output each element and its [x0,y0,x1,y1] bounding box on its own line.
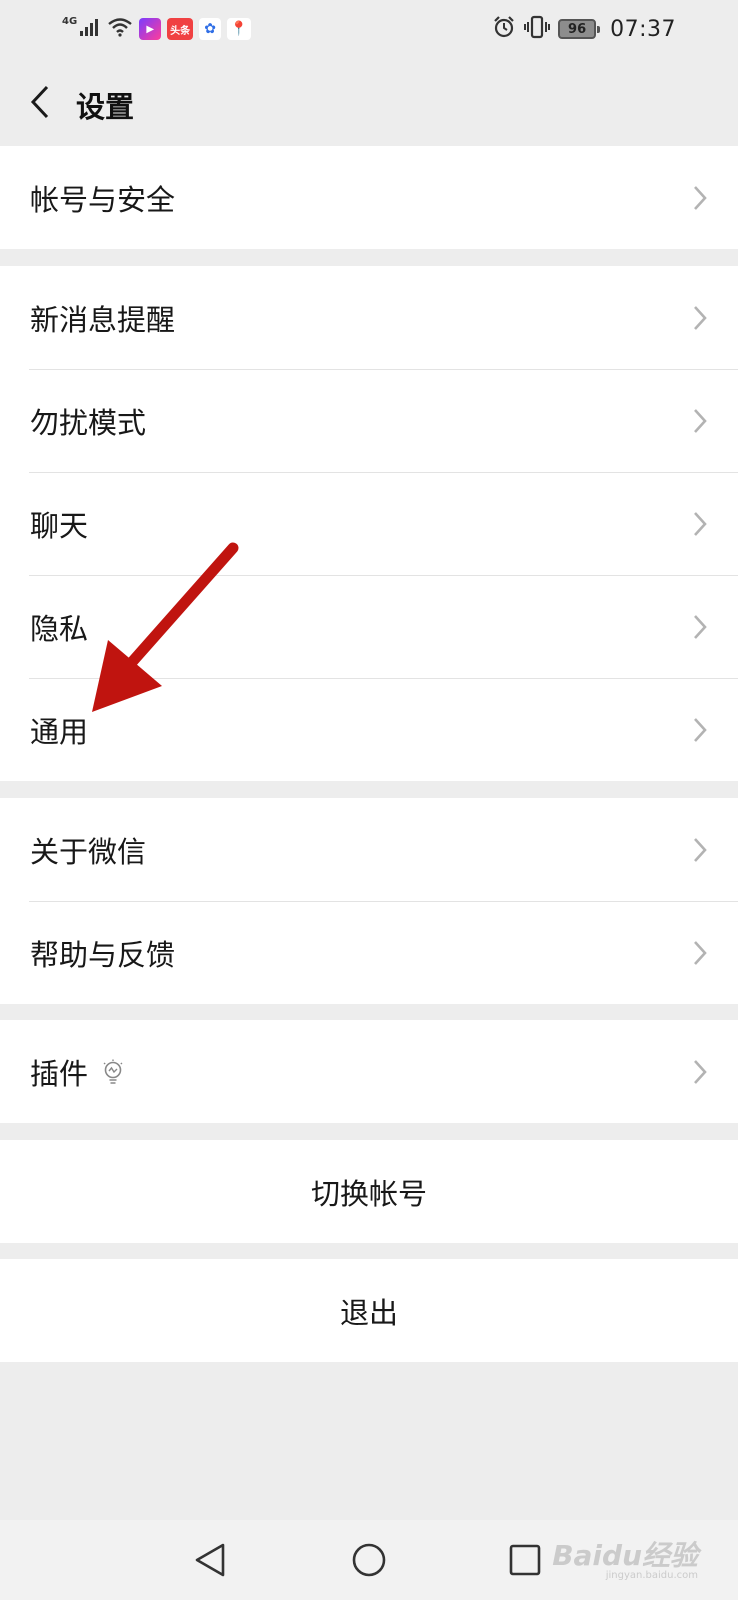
settings-item-privacy[interactable]: 隐私 [0,575,738,678]
page-title: 设置 [76,90,135,124]
settings-item-label-wrap: 插件 [30,1051,124,1093]
back-button[interactable] [20,78,60,126]
settings-item-chat[interactable]: 聊天 [0,472,738,575]
watermark-brand: Baidu经验 [552,1539,698,1572]
settings-item-label: 帮助与反馈 [30,937,176,972]
lightbulb-icon [103,1059,123,1084]
settings-item-plugins[interactable]: 插件 [0,1020,738,1123]
settings-item-label: 关于微信 [30,834,147,869]
system-nav-bar: Baidu经验 jingyan.baidu.com [0,1520,738,1600]
chevron-right-icon [694,1059,707,1084]
settings-item-label: 新消息提醒 [30,302,176,337]
settings-item-do-not-disturb[interactable]: 勿扰模式 [0,369,738,472]
switch-account-label: 切换帐号 [310,1176,427,1211]
settings-group-main: 新消息提醒 勿扰模式 聊天 隐私 通用 [0,266,738,781]
vibrate-icon [524,15,551,43]
settings-group-account: 帐号与安全 [0,146,738,249]
settings-item-help-feedback[interactable]: 帮助与反馈 [0,901,738,1004]
header: 设置 [0,58,738,146]
settings-item-label: 帐号与安全 [30,182,176,217]
logout-label: 退出 [339,1295,398,1330]
settings-item-label: 插件 [30,1056,89,1091]
settings-item-general[interactable]: 通用 [0,678,738,781]
chevron-right-icon [694,185,707,210]
signal-icon [79,17,101,41]
network-type: 4G [62,15,78,27]
battery-indicator: 96 [558,19,601,39]
settings-item-label: 勿扰模式 [30,405,147,440]
status-bar: 4G ▶ 头条 ✿ 📍 96 07:37 [0,0,738,58]
map-pin-app-icon: 📍 [227,18,251,40]
status-time: 07:37 [610,16,676,42]
video-app-icon: ▶ [139,18,162,40]
settings-item-label: 通用 [30,714,89,749]
settings-item-account-security[interactable]: 帐号与安全 [0,146,738,249]
switch-account-button[interactable]: 切换帐号 [0,1140,738,1243]
settings-item-label: 隐私 [30,611,89,646]
news-app-icon: 头条 [167,18,194,40]
nav-back-button[interactable] [188,1538,232,1582]
wifi-icon [107,17,133,41]
chevron-right-icon [694,940,707,965]
chevron-right-icon [694,408,707,433]
triangle-back-icon [195,1543,225,1577]
chevron-left-icon [30,85,49,119]
circle-home-icon [352,1543,386,1577]
settings-item-about-wechat[interactable]: 关于微信 [0,798,738,901]
nav-recents-button[interactable] [503,1538,547,1582]
chevron-right-icon [694,717,707,742]
chevron-right-icon [694,837,707,862]
settings-item-label: 聊天 [30,508,89,543]
settings-item-notifications[interactable]: 新消息提醒 [0,266,738,369]
settings-group-plugins: 插件 [0,1020,738,1123]
chevron-right-icon [694,614,707,639]
square-recents-icon [509,1544,541,1576]
nav-home-button[interactable] [347,1538,391,1582]
paw-app-icon: ✿ [199,18,222,40]
chevron-right-icon [694,511,707,536]
logout-button[interactable]: 退出 [0,1259,738,1362]
baidu-watermark: Baidu经验 jingyan.baidu.com [552,1534,698,1581]
alarm-icon [492,15,516,43]
settings-group-about: 关于微信 帮助与反馈 [0,798,738,1004]
chevron-right-icon [694,305,707,330]
